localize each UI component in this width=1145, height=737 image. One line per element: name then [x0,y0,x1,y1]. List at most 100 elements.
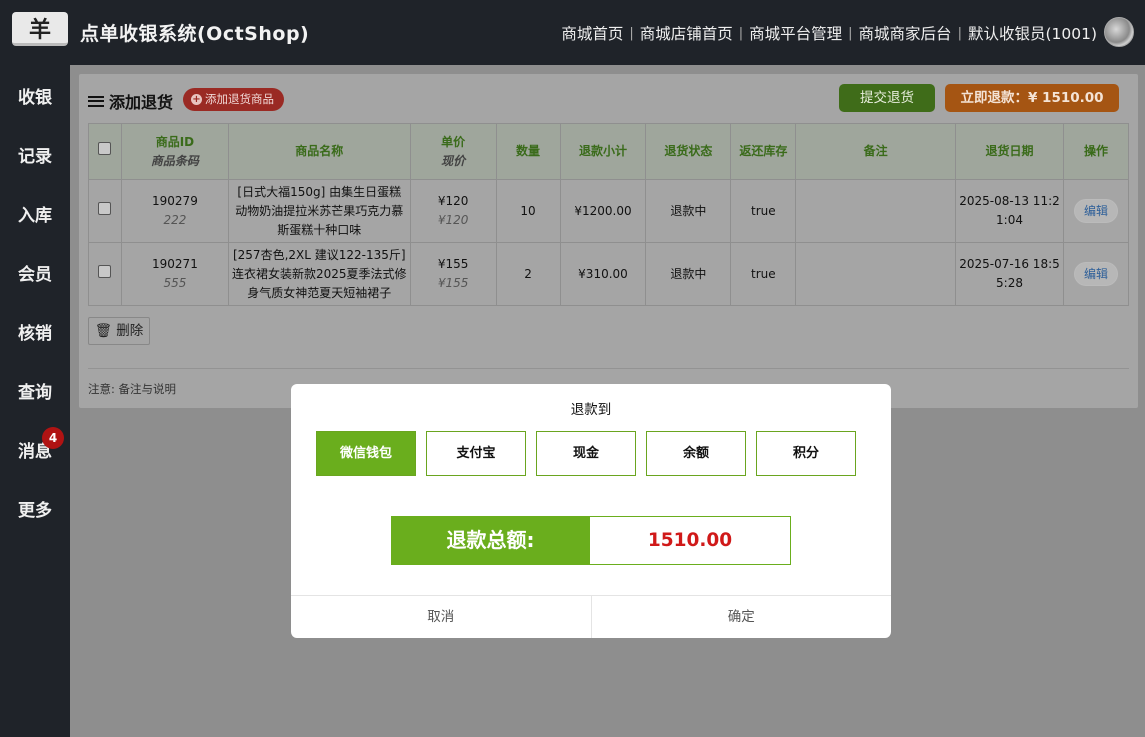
delete-label: 删除 [116,323,144,339]
cell-product-id: 190279 222 [120,179,229,243]
message-count-badge: 4 [42,427,64,449]
cell-date: 2025-08-13 11:21:04 [955,179,1064,243]
cell-product-id: 190271 555 [120,242,229,306]
refund-dialog: 退款到 微信钱包 支付宝 现金 余额 积分 退款总额: 1510.00 取消 确… [291,384,891,638]
nav-separator: | [629,25,634,41]
row-checkbox[interactable] [98,201,112,215]
cell-remark [795,179,957,243]
top-nav: 商城首页 | 商城店铺首页 | 商城平台管理 | 商城商家后台 | 默认收银员(… [561,22,1097,44]
submit-return-button[interactable]: 提交退货 [839,84,935,112]
cell-quantity: 10 [495,179,561,243]
add-return-item-button[interactable]: + 添加退货商品 [183,88,284,111]
sidebar-item-verify[interactable]: 核销 [0,319,70,344]
trash-icon: 🗑 [94,323,112,339]
table-row: 190271 555 [257杏色,2XL 建议122-135斤] 连衣裙女装新款… [88,242,1130,306]
col-quantity: 数量 [495,123,561,180]
refund-total-label: 退款总额: [391,516,590,565]
current-price: ¥155 [437,276,469,290]
col-remark: 备注 [795,123,957,180]
table-row: 190279 222 [日式大福150g] 由集生日蛋糕 动物奶油提拉米苏芒果巧克… [88,179,1130,243]
cell-quantity: 2 [495,242,561,306]
logo-glyph: 羊 [28,17,51,43]
col-action: 操作 [1062,123,1130,180]
col-unit-price: 单价 现价 [409,123,497,180]
option-balance[interactable]: 余额 [646,431,746,476]
col-current-price-label: 现价 [441,153,466,168]
panel-title: 添加退货 [88,89,173,113]
row-checkbox[interactable] [98,264,112,278]
plus-circle-icon: + [191,94,202,105]
row-select-cell [88,179,122,243]
app-logo[interactable]: 羊 [12,12,68,46]
panel-divider [88,368,1129,369]
sidebar: 收银 记录 入库 会员 核销 查询 消息 4 更多 [0,65,70,737]
cell-date: 2025-07-16 18:55:28 [955,242,1064,306]
app-title: 点单收银系统(OctShop) [80,23,310,45]
col-status: 退货状态 [645,123,732,180]
product-id: 190271 [152,257,198,271]
nav-separator: | [738,25,744,41]
cell-price: ¥155 ¥155 [409,242,497,306]
return-items-table: 商品ID 商品条码 商品名称 单价 现价 数量 退款小计 退货状态 返还库存 备注 … [88,123,1130,306]
select-all-checkbox[interactable] [98,142,112,155]
option-points[interactable]: 积分 [756,431,856,476]
option-wechat-wallet[interactable]: 微信钱包 [316,431,416,476]
edit-button[interactable]: 编辑 [1073,199,1118,223]
cell-subtotal: ¥310.00 [559,242,647,306]
unit-price: ¥155 [437,257,469,271]
sidebar-item-query[interactable]: 查询 [0,378,70,403]
col-product-name: 商品名称 [227,123,411,180]
nav-platform-admin[interactable]: 商城平台管理 [749,22,842,44]
refund-now-button[interactable]: 立即退款：¥ 1510.00 [945,84,1119,112]
option-alipay[interactable]: 支付宝 [426,431,526,476]
sidebar-item-records[interactable]: 记录 [0,142,70,167]
product-barcode: 222 [163,213,187,227]
cell-status: 退款中 [645,179,732,243]
cell-action: 编辑 [1062,242,1130,306]
confirm-button[interactable]: 确定 [590,596,892,638]
dialog-footer: 取消 确定 [291,595,891,638]
sidebar-item-stock-in[interactable]: 入库 [0,201,70,226]
remark-note: 注意: 备注与说明 [88,382,177,396]
col-date: 退货日期 [955,123,1064,180]
cell-restock: true [730,179,797,243]
select-all-cell [88,123,122,180]
panel-title-text: 添加退货 [109,93,174,112]
sidebar-item-more[interactable]: 更多 [0,496,70,521]
col-product-id: 商品ID 商品条码 [120,123,229,180]
cell-action: 编辑 [1062,179,1130,243]
nav-store-home[interactable]: 商城店铺首页 [640,22,733,44]
col-unit-price-label: 单价 [441,134,466,149]
row-select-cell [88,242,122,306]
nav-separator: | [848,25,853,41]
add-return-item-label: 添加退货商品 [205,92,274,106]
cell-status: 退款中 [645,242,732,306]
top-header: 羊 点单收银系统(OctShop) 商城首页 | 商城店铺首页 | 商城平台管理… [0,0,1145,65]
current-price: ¥120 [437,213,469,227]
cell-subtotal: ¥1200.00 [559,179,647,243]
sidebar-item-messages[interactable]: 消息 4 [0,427,70,462]
product-barcode: 555 [163,276,187,290]
sidebar-item-members[interactable]: 会员 [0,260,70,285]
product-id: 190279 [152,194,198,208]
cell-remark [795,242,957,306]
col-product-id-label: 商品ID [155,134,195,149]
nav-merchant-backend[interactable]: 商城商家后台 [859,22,952,44]
col-restock: 返还库存 [730,123,797,180]
option-cash[interactable]: 现金 [536,431,636,476]
nav-separator: | [957,25,962,41]
nav-cashier-user[interactable]: 默认收银员(1001) [968,22,1097,44]
col-barcode-label: 商品条码 [150,153,199,168]
unit-price: ¥120 [437,194,469,208]
user-avatar[interactable] [1104,17,1134,47]
nav-mall-home[interactable]: 商城首页 [561,22,623,44]
cell-product-name: [日式大福150g] 由集生日蛋糕 动物奶油提拉米苏芒果巧克力慕斯蛋糕十种口味 [227,179,411,243]
sidebar-item-cashier[interactable]: 收银 [0,83,70,108]
table-header-row: 商品ID 商品条码 商品名称 单价 现价 数量 退款小计 退货状态 返还库存 备注 … [88,123,1130,180]
edit-button[interactable]: 编辑 [1073,262,1118,286]
cancel-button[interactable]: 取消 [291,596,591,638]
list-icon [88,95,104,108]
delete-button[interactable]: 🗑 删除 [88,317,150,345]
cell-restock: true [730,242,797,306]
refund-total-value: 1510.00 [590,516,791,565]
